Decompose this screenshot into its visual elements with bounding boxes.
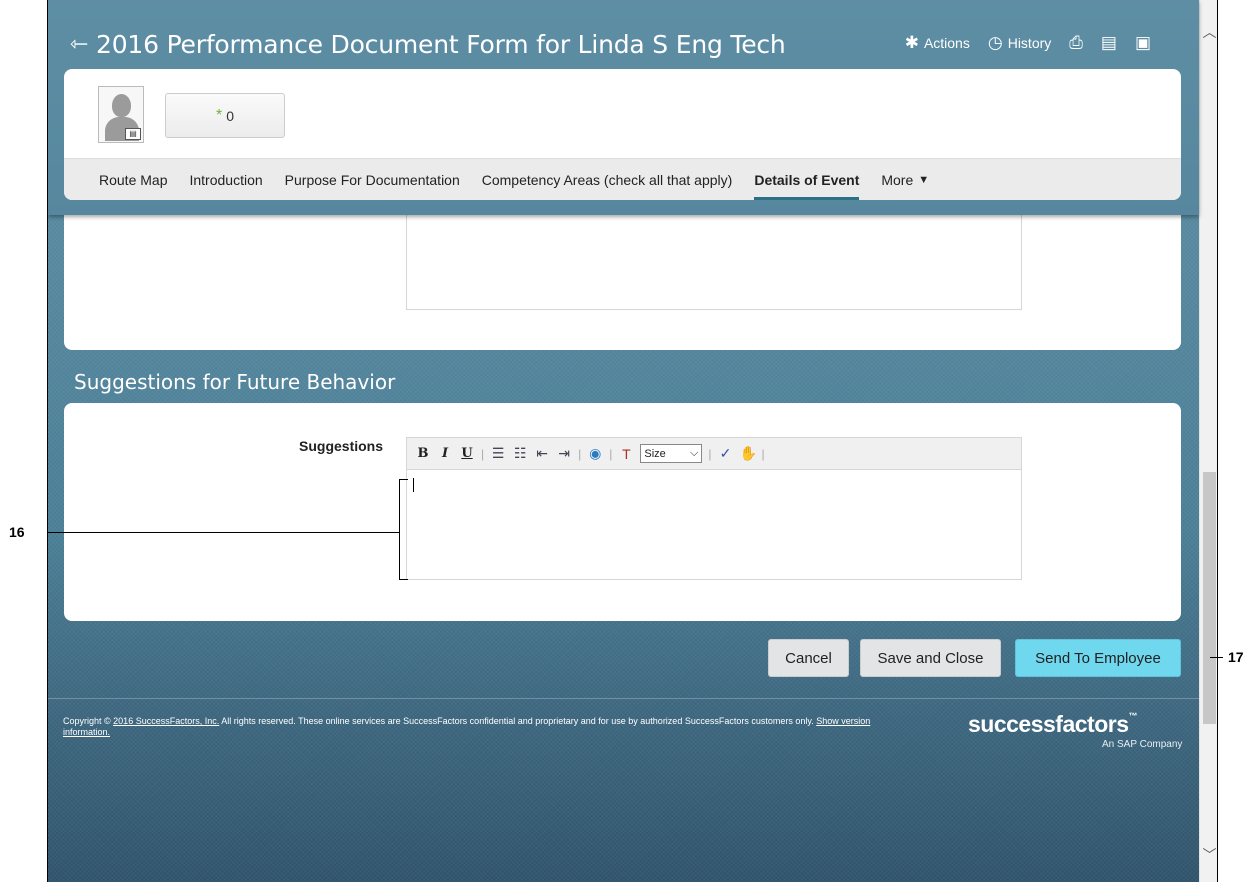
actions-label: Actions — [923, 35, 970, 51]
back-icon[interactable]: ⇽ — [70, 31, 96, 57]
toolbar-divider: | — [609, 446, 613, 461]
logo-subtitle: An SAP Company — [1102, 739, 1183, 750]
header-actions: ✱ Actions ◷ History ⎙ ▤ ▣ — [905, 33, 1151, 53]
callout-16-line — [47, 532, 399, 533]
print-icon[interactable]: ⎙ — [1069, 33, 1083, 53]
numbered-list-icon[interactable]: ☰ — [490, 445, 506, 462]
copyright-prefix: Copyright © — [63, 716, 111, 726]
editor-toolbar: B I U | ☰ ☷ ⇤ ⇥ | ◉ | T Size ⌵ | ✓ ✋ | — [407, 438, 1021, 470]
screenshot-stage: Jane Smith Suggestions for Future Behavi… — [0, 0, 1254, 882]
suggestions-card: Suggestions B I U | ☰ ☷ ⇤ ⇥ | ◉ | T Size… — [64, 403, 1181, 621]
toolbar-divider: | — [761, 446, 765, 461]
tab-competency-areas[interactable]: Competency Areas (check all that apply) — [482, 159, 733, 201]
text-caret — [413, 478, 414, 492]
callout-17-line — [1210, 657, 1223, 658]
suggestions-rich-text-editor: B I U | ☰ ☷ ⇤ ⇥ | ◉ | T Size ⌵ | ✓ ✋ | — [406, 437, 1022, 580]
text-color-icon[interactable]: T — [618, 446, 634, 462]
avatar-head-shape — [112, 94, 131, 117]
section-tabs: Route Map Introduction Purpose For Docum… — [64, 158, 1181, 200]
spellcheck-icon[interactable]: ✓ — [718, 445, 734, 462]
section-title-suggestions: Suggestions for Future Behavior — [74, 370, 396, 394]
italic-button[interactable]: I — [437, 446, 453, 461]
profile-card: ▤ * 0 Route Map Introduction Purpose For… — [64, 69, 1181, 200]
trademark-mark: ™ — [1128, 711, 1138, 721]
browser-window: Jane Smith Suggestions for Future Behavi… — [47, 0, 1218, 882]
actions-menu[interactable]: ✱ Actions — [905, 33, 970, 53]
tab-details-of-event[interactable]: Details of Event — [754, 159, 860, 201]
callout-16-label: 16 — [9, 524, 25, 540]
toolbar-divider: | — [708, 446, 712, 461]
bold-button[interactable]: B — [415, 446, 431, 461]
rating-box[interactable]: * 0 — [165, 93, 285, 138]
logo-text: successfactors — [968, 711, 1129, 737]
id-card-icon: ▤ — [125, 128, 141, 140]
copyright-text: All rights reserved. These online servic… — [221, 716, 814, 726]
caret-down-icon: ▼ — [918, 173, 930, 186]
page-viewport: Jane Smith Suggestions for Future Behavi… — [48, 0, 1199, 882]
bulleted-list-icon[interactable]: ☷ — [512, 445, 528, 462]
history-menu[interactable]: ◷ History — [988, 33, 1051, 53]
suggestions-input[interactable] — [407, 470, 1021, 579]
successfactors-link[interactable]: 2016 SuccessFactors, Inc. — [113, 716, 219, 726]
copyright-notice: Copyright © 2016 SuccessFactors, Inc. Al… — [63, 716, 883, 738]
font-size-select[interactable]: Size ⌵ — [640, 444, 703, 463]
tab-more[interactable]: More ▼ — [881, 159, 929, 201]
title-row: ⇽ 2016 Performance Document Form for Lin… — [70, 27, 786, 61]
chevron-up-icon[interactable]: ︿ — [1200, 22, 1217, 42]
outdent-icon[interactable]: ⇤ — [534, 445, 550, 462]
cancel-button[interactable]: Cancel — [768, 639, 849, 677]
toolbar-divider: | — [481, 446, 485, 461]
chevron-down-icon: ⌵ — [690, 447, 699, 459]
font-size-value: Size — [644, 447, 666, 460]
asterisk-icon: * — [215, 106, 223, 124]
vertical-scrollbar[interactable]: ︿ ﹀ — [1199, 0, 1217, 882]
document-icon[interactable]: ▤ — [1101, 33, 1117, 53]
document-header: ⇽ 2016 Performance Document Form for Lin… — [48, 0, 1199, 215]
successfactors-logo: successfactors™ — [968, 711, 1137, 738]
save-and-close-button[interactable]: Save and Close — [860, 639, 1001, 677]
suggestions-label: Suggestions — [299, 438, 384, 454]
history-label: History — [1007, 35, 1052, 51]
footer-divider — [48, 698, 1199, 699]
tab-route-map[interactable]: Route Map — [99, 159, 167, 201]
chevron-down-icon[interactable]: ﹀ — [1200, 845, 1217, 865]
callout-16-bracket — [399, 479, 408, 580]
tab-introduction[interactable]: Introduction — [189, 159, 262, 201]
insert-link-icon[interactable]: ◉ — [587, 445, 603, 462]
avatar[interactable]: ▤ — [98, 86, 144, 143]
gear-icon: ✱ — [904, 33, 919, 52]
page-title: 2016 Performance Document Form for Linda… — [96, 29, 786, 59]
indent-icon[interactable]: ⇥ — [556, 445, 572, 462]
rating-value: 0 — [226, 107, 235, 124]
underline-button[interactable]: U — [459, 446, 475, 461]
send-to-employee-button[interactable]: Send To Employee — [1015, 639, 1181, 677]
toolbar-divider: | — [578, 446, 582, 461]
clock-icon: ◷ — [987, 33, 1003, 52]
tab-more-label: More — [881, 171, 914, 188]
tab-purpose-for-documentation[interactable]: Purpose For Documentation — [285, 159, 460, 201]
save-icon[interactable]: ▣ — [1135, 33, 1151, 53]
scrollbar-thumb[interactable] — [1203, 472, 1216, 724]
legal-scan-icon[interactable]: ✋ — [740, 445, 757, 462]
callout-17-label: 17 — [1228, 649, 1244, 665]
